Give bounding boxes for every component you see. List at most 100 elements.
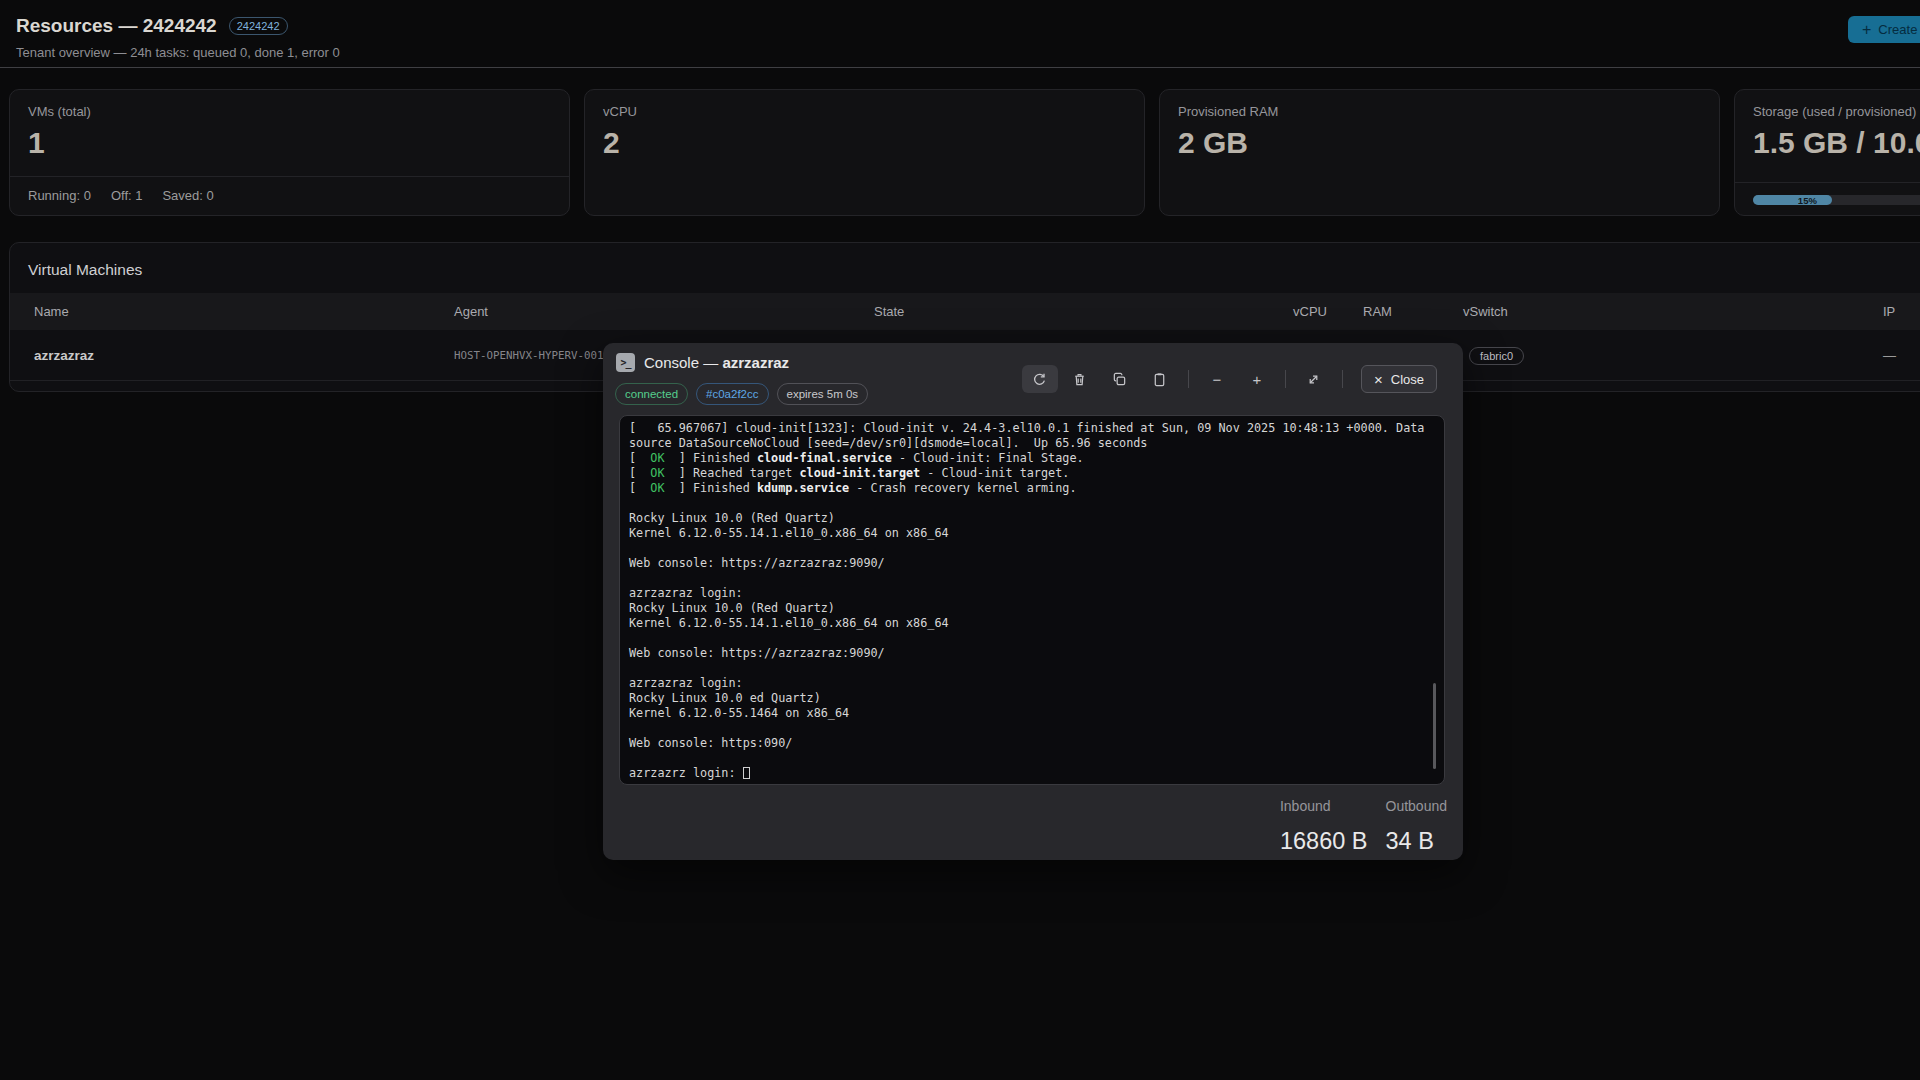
col-name: Name	[34, 304, 454, 319]
copy-icon	[1112, 372, 1127, 387]
close-button[interactable]: × Close	[1361, 365, 1437, 393]
terminal-line: azrzazraz login:	[629, 676, 1444, 691]
card-footer: 15%	[1735, 182, 1920, 215]
close-button-label: Close	[1391, 372, 1424, 387]
refresh-icon	[1032, 372, 1047, 387]
card-value: 2 GB	[1178, 126, 1701, 160]
card-value: 1	[28, 126, 551, 160]
terminal-scrollbar-thumb[interactable]	[1433, 683, 1436, 769]
paste-button[interactable]	[1142, 365, 1178, 393]
col-vcpu: vCPU	[1293, 304, 1363, 319]
inbound-label: Inbound	[1280, 798, 1368, 814]
plus-icon: +	[1862, 21, 1871, 39]
terminal-line: [ OK ] Finished cloud-final.service - Cl…	[629, 451, 1444, 466]
terminal-line: azrzazraz login:	[629, 586, 1444, 601]
inbound-stat: Inbound 16860 B	[1280, 798, 1368, 855]
terminal-cursor	[743, 767, 750, 779]
terminal-icon: >_	[616, 353, 635, 372]
page-subtitle: Tenant overview — 24h tasks: queued 0, d…	[16, 45, 1920, 60]
expires-badge: expires 5m 0s	[777, 383, 869, 405]
col-state: State	[874, 304, 1293, 319]
console-title: Console — azrzazraz	[644, 354, 789, 371]
zoom-out-button[interactable]: −	[1199, 365, 1235, 393]
toolbar-separator	[1188, 370, 1189, 388]
terminal-line: Rocky Linux 10.0 (Red Quartz)	[629, 601, 1444, 616]
copy-button[interactable]	[1102, 365, 1138, 393]
terminal-line: Kernel 6.12.0-55.14.1.el10_0.x86_64 on x…	[629, 616, 1444, 631]
terminal-line: Web console: https://azrzazraz:9090/	[629, 646, 1444, 661]
refresh-button[interactable]	[1022, 365, 1058, 393]
vm-ip: —	[1883, 348, 1920, 363]
vswitch-badge: fabric0	[1469, 347, 1524, 365]
terminal-line: Rocky Linux 10.0 (Red Quartz)	[629, 511, 1444, 526]
terminal-line: [ OK ] Reached target cloud-init.target …	[629, 466, 1444, 481]
card-label: vCPU	[603, 104, 1126, 119]
terminal-line	[629, 496, 1444, 511]
terminal-line	[629, 751, 1444, 766]
fullscreen-button[interactable]	[1296, 365, 1332, 393]
col-agent: Agent	[454, 304, 874, 319]
terminal-line: Web console: https:090/	[629, 736, 1444, 751]
console-vm-name: azrzazraz	[722, 354, 789, 371]
outbound-stat: Outbound 34 B	[1386, 798, 1448, 855]
terminal-line	[629, 661, 1444, 676]
card-label: Storage (used / provisioned)	[1753, 104, 1920, 119]
card-vms-total: VMs (total) 1 Running: 0 Off: 1 Saved: 0	[9, 89, 570, 216]
vm-off-count: Off: 1	[111, 188, 143, 203]
stat-cards: VMs (total) 1 Running: 0 Off: 1 Saved: 0…	[9, 89, 1920, 216]
session-id-badge: #c0a2f2cc	[696, 383, 768, 405]
clipboard-icon	[1152, 372, 1167, 387]
table-header: Name Agent State vCPU RAM vSwitch IP	[10, 293, 1920, 330]
col-ip: IP	[1883, 304, 1920, 319]
page-header: Resources — 2424242 2424242 Tenant overv…	[0, 0, 1920, 68]
card-vcpu: vCPU 2	[584, 89, 1145, 216]
storage-progress-track: 15%	[1753, 195, 1920, 205]
console-modal: >_ Console — azrzazraz connected #c0a2f2…	[603, 343, 1463, 860]
create-button[interactable]: + Create	[1848, 16, 1920, 43]
inbound-value: 16860 B	[1280, 828, 1368, 855]
connected-badge: connected	[615, 383, 688, 405]
tenant-badge: 2424242	[229, 17, 288, 35]
card-value: 2	[603, 126, 1126, 160]
vm-saved-count: Saved: 0	[162, 188, 213, 203]
terminal-line: Web console: https://azrzazraz:9090/	[629, 556, 1444, 571]
card-storage: Storage (used / provisioned) 1.5 GB / 10…	[1734, 89, 1920, 216]
vm-running-count: Running: 0	[28, 188, 91, 203]
terminal-line: Rocky Linux 10.0 ed Quartz)	[629, 691, 1444, 706]
card-label: VMs (total)	[28, 104, 551, 119]
zoom-in-button[interactable]: +	[1239, 365, 1275, 393]
toolbar-separator	[1342, 370, 1343, 388]
page-title: Resources — 2424242	[16, 15, 217, 37]
col-vswitch: vSwitch	[1463, 304, 1883, 319]
terminal-line: [ OK ] Finished kdump.service - Crash re…	[629, 481, 1444, 496]
close-icon: ×	[1374, 371, 1383, 388]
col-ram: RAM	[1363, 304, 1463, 319]
vm-vswitch-cell: fabric0	[1463, 346, 1883, 365]
terminal-line: Kernel 6.12.0-55.14.1.el10_0.x86_64 on x…	[629, 526, 1444, 541]
vm-name: azrzazraz	[34, 348, 454, 363]
terminal-line	[629, 721, 1444, 736]
terminal-line: azrzazrz login:	[629, 766, 1444, 781]
trash-icon	[1072, 372, 1087, 387]
storage-progress-label: 15%	[1753, 195, 1832, 205]
card-footer: Running: 0 Off: 1 Saved: 0	[10, 176, 569, 215]
panel-title: Virtual Machines	[10, 243, 1920, 293]
page-content: Resources — 2424242 2424242 Tenant overv…	[0, 0, 1920, 392]
terminal-line: Kernel 6.12.0-55.1464 on x86_64	[629, 706, 1444, 721]
terminal-line: source DataSourceNoCloud [seed=/dev/sr0]…	[629, 436, 1444, 451]
expand-icon	[1306, 372, 1321, 387]
card-ram: Provisioned RAM 2 GB	[1159, 89, 1720, 216]
toolbar-separator	[1285, 370, 1286, 388]
console-terminal-output[interactable]: [ 65.967067] cloud-init[1323]: Cloud-ini…	[619, 415, 1445, 785]
outbound-value: 34 B	[1386, 828, 1448, 855]
console-modal-header: >_ Console — azrzazraz connected #c0a2f2…	[603, 343, 1463, 415]
terminal-line: [ 65.967067] cloud-init[1323]: Cloud-ini…	[629, 421, 1444, 436]
terminal-line	[629, 571, 1444, 586]
delete-button[interactable]	[1062, 365, 1098, 393]
card-label: Provisioned RAM	[1178, 104, 1701, 119]
create-button-label: Create	[1878, 22, 1917, 37]
outbound-label: Outbound	[1386, 798, 1448, 814]
terminal-line	[629, 631, 1444, 646]
terminal-line	[629, 541, 1444, 556]
console-toolbar: − + × Close	[1022, 365, 1437, 393]
